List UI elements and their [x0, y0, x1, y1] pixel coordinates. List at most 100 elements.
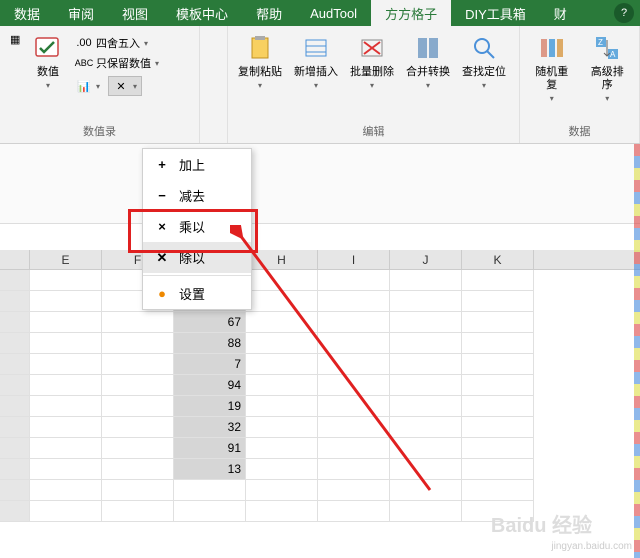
- tab-review[interactable]: 审阅: [54, 0, 108, 26]
- cell[interactable]: [462, 333, 534, 354]
- tab-data[interactable]: 数据: [0, 0, 54, 26]
- cell[interactable]: 94: [174, 375, 246, 396]
- format-btn[interactable]: ▦: [6, 30, 24, 48]
- row-header[interactable]: [0, 438, 30, 459]
- cell[interactable]: [462, 396, 534, 417]
- cell[interactable]: [462, 459, 534, 480]
- cell[interactable]: [390, 333, 462, 354]
- cell[interactable]: [30, 438, 102, 459]
- cell[interactable]: [318, 480, 390, 501]
- cell[interactable]: [102, 459, 174, 480]
- cell[interactable]: [30, 396, 102, 417]
- tab-help[interactable]: 帮助: [242, 0, 296, 26]
- cell[interactable]: [318, 501, 390, 522]
- cell[interactable]: [390, 354, 462, 375]
- row-header[interactable]: [0, 480, 30, 501]
- cell[interactable]: [390, 312, 462, 333]
- cell[interactable]: [246, 417, 318, 438]
- cell[interactable]: [30, 270, 102, 291]
- col-header-I[interactable]: I: [318, 250, 390, 269]
- cell[interactable]: [318, 312, 390, 333]
- cell[interactable]: [30, 312, 102, 333]
- cell[interactable]: [246, 270, 318, 291]
- cell[interactable]: [462, 354, 534, 375]
- cell[interactable]: [390, 480, 462, 501]
- cell[interactable]: [30, 501, 102, 522]
- cell[interactable]: [30, 459, 102, 480]
- col-header-E[interactable]: E: [30, 250, 102, 269]
- dropdown-subtract[interactable]: −减去: [143, 180, 251, 211]
- cell[interactable]: [246, 312, 318, 333]
- cell[interactable]: 13: [174, 459, 246, 480]
- batch-delete-button[interactable]: 批量删除▾: [346, 30, 398, 123]
- row-header[interactable]: [0, 375, 30, 396]
- cell[interactable]: [462, 480, 534, 501]
- cell[interactable]: [318, 333, 390, 354]
- row-header[interactable]: [0, 417, 30, 438]
- cell[interactable]: [390, 291, 462, 312]
- col-header-H[interactable]: H: [246, 250, 318, 269]
- cell[interactable]: [30, 480, 102, 501]
- cell[interactable]: [246, 354, 318, 375]
- tab-finance[interactable]: 财: [540, 0, 581, 26]
- insert-button[interactable]: 新增插入▾: [290, 30, 342, 123]
- cell[interactable]: [102, 396, 174, 417]
- cell[interactable]: [246, 396, 318, 417]
- cell[interactable]: [246, 375, 318, 396]
- cell[interactable]: 19: [174, 396, 246, 417]
- cell[interactable]: [318, 396, 390, 417]
- dropdown-multiply[interactable]: ×乘以: [143, 211, 251, 242]
- cell[interactable]: [246, 291, 318, 312]
- cell[interactable]: [246, 480, 318, 501]
- cell[interactable]: [30, 417, 102, 438]
- copy-paste-button[interactable]: 复制粘贴▾: [234, 30, 286, 123]
- cell[interactable]: [390, 459, 462, 480]
- cell[interactable]: [102, 438, 174, 459]
- cell[interactable]: [102, 375, 174, 396]
- cell[interactable]: [390, 501, 462, 522]
- cell[interactable]: [462, 291, 534, 312]
- cell[interactable]: [318, 354, 390, 375]
- cell[interactable]: 91: [174, 438, 246, 459]
- row-header[interactable]: [0, 396, 30, 417]
- keep-numeric-button[interactable]: ABC只保留数值▾: [72, 54, 163, 72]
- cell[interactable]: [318, 438, 390, 459]
- cell[interactable]: [390, 438, 462, 459]
- cell[interactable]: [390, 270, 462, 291]
- cell[interactable]: [246, 438, 318, 459]
- cell[interactable]: 7: [174, 354, 246, 375]
- round-button[interactable]: .00四舍五入▾: [72, 34, 163, 52]
- row-header[interactable]: [0, 270, 30, 291]
- cell[interactable]: [462, 270, 534, 291]
- tab-audtool[interactable]: AudTool: [296, 0, 371, 26]
- dropdown-settings[interactable]: ●设置: [143, 278, 251, 309]
- find-button[interactable]: 查找定位▾: [458, 30, 510, 123]
- row-header-corner[interactable]: [0, 250, 30, 269]
- cell[interactable]: [318, 375, 390, 396]
- cell[interactable]: [102, 354, 174, 375]
- cell[interactable]: [318, 270, 390, 291]
- cell[interactable]: [102, 312, 174, 333]
- cell[interactable]: [462, 417, 534, 438]
- row-header[interactable]: [0, 459, 30, 480]
- cell[interactable]: [390, 375, 462, 396]
- cell[interactable]: [318, 291, 390, 312]
- cell[interactable]: [246, 459, 318, 480]
- cell[interactable]: 67: [174, 312, 246, 333]
- col-header-J[interactable]: J: [390, 250, 462, 269]
- cell[interactable]: [102, 417, 174, 438]
- cell[interactable]: [318, 417, 390, 438]
- cell[interactable]: [390, 417, 462, 438]
- cell[interactable]: [246, 501, 318, 522]
- math-dropdown-toggle[interactable]: ✕▾: [108, 76, 142, 96]
- sort-button[interactable]: ZA高级排序▾: [582, 30, 634, 123]
- cell[interactable]: [174, 501, 246, 522]
- cell[interactable]: [102, 501, 174, 522]
- tab-template[interactable]: 模板中心: [162, 0, 242, 26]
- random-button[interactable]: 随机重复▾: [526, 30, 578, 123]
- cell[interactable]: 32: [174, 417, 246, 438]
- row-header[interactable]: [0, 501, 30, 522]
- cell[interactable]: [318, 459, 390, 480]
- row-header[interactable]: [0, 291, 30, 312]
- numeric-button[interactable]: 数值 ▾: [28, 30, 68, 123]
